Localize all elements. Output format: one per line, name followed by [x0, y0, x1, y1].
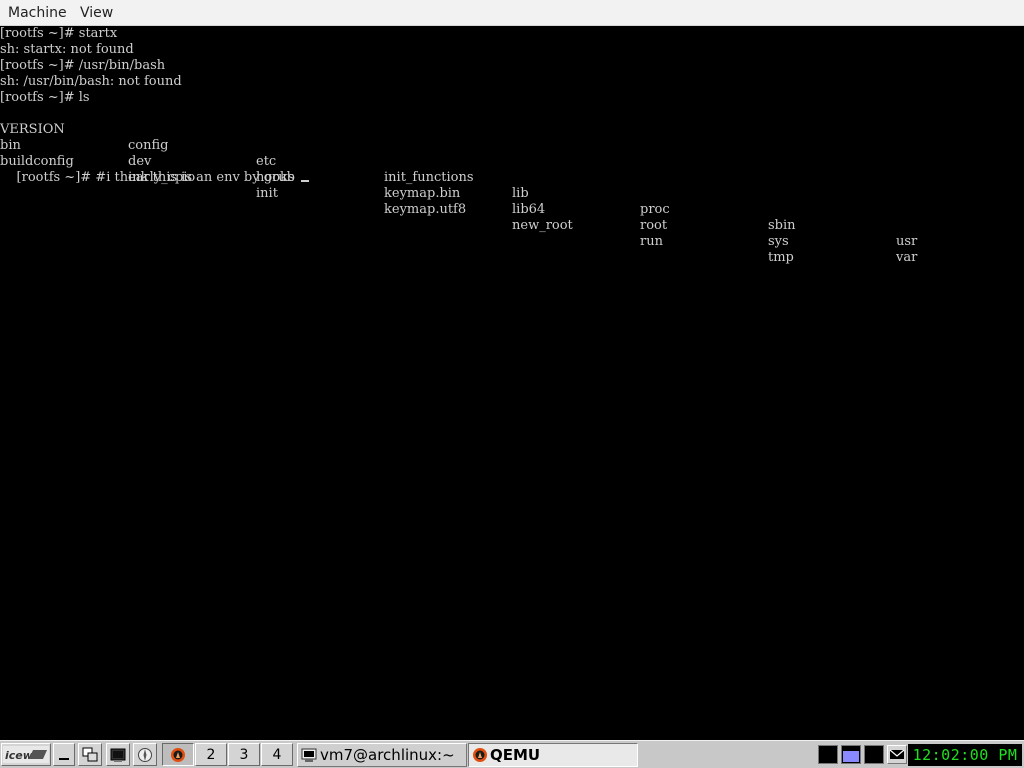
ls-entry: keymap.bin: [384, 186, 461, 201]
ls-entry: run: [640, 234, 663, 249]
terminal-launcher-icon: [110, 748, 126, 762]
task-terminal-label: vm7@archlinux:~: [320, 746, 455, 764]
workspace-3-button[interactable]: 3: [228, 743, 260, 766]
ls-entry: usr: [896, 234, 918, 249]
ls-entry: lib: [512, 186, 529, 201]
workspace-4-button[interactable]: 4: [261, 743, 293, 766]
start-menu-button[interactable]: icewm: [1, 743, 51, 766]
ls-entry: init_functions: [384, 170, 474, 185]
terminal-icon: [301, 748, 317, 762]
globe-icon: [138, 747, 152, 762]
qemu-console[interactable]: [rootfs ~]# startx sh: startx: not found…: [0, 26, 1024, 740]
console-line: sh: startx: not found: [0, 42, 134, 57]
memory-monitor: [864, 745, 884, 764]
icewm-taskbar: icewm 2 3 4 vm7@archlinux:~ QEMU 12:02:0…: [0, 740, 1024, 768]
ls-entry: tmp: [768, 250, 794, 265]
qemu-menubar: Machine View: [0, 0, 1024, 26]
workspace-1-button[interactable]: [162, 743, 194, 766]
window-list-button[interactable]: [78, 743, 102, 766]
ls-entry: proc: [640, 202, 670, 217]
terminal-launcher-button[interactable]: [106, 743, 130, 766]
ls-entry: var: [896, 250, 918, 265]
mail-icon: [889, 749, 905, 759]
ls-entry: sbin: [768, 218, 796, 233]
console-line: sh: /usr/bin/bash: not found: [0, 74, 182, 89]
ls-entry: keymap.utf8: [384, 202, 467, 217]
ls-entry: root: [640, 218, 668, 233]
browser-launcher-button[interactable]: [133, 743, 157, 766]
mail-button[interactable]: [887, 745, 907, 764]
qemu-workspace-icon: [171, 747, 185, 762]
clock[interactable]: 12:02:00 PM: [908, 744, 1022, 766]
task-qemu[interactable]: QEMU: [468, 743, 638, 767]
show-desktop-button[interactable]: [53, 743, 75, 766]
ls-entry: sys: [768, 234, 789, 249]
menu-view[interactable]: View: [80, 5, 113, 21]
ls-entry: init: [256, 186, 278, 201]
workspace-2-button[interactable]: 2: [195, 743, 227, 766]
console-line: [rootfs ~]# /usr/bin/bash: [0, 58, 166, 73]
console-line: [rootfs ~]# ls: [0, 90, 90, 105]
windows-icon: [82, 747, 98, 761]
ls-entry: new_root: [512, 218, 573, 233]
console-prompt-line[interactable]: [rootfs ~]# #i think this is an env by g…: [0, 154, 310, 185]
menu-machine[interactable]: Machine: [8, 5, 67, 21]
qemu-icon: [473, 748, 487, 762]
ls-row: VERSION config etc init_functions lib pr…: [0, 106, 1024, 249]
console-line: [rootfs ~]# startx: [0, 26, 118, 41]
task-qemu-label: QEMU: [490, 746, 541, 764]
ls-row: buildconfig early_cpio init keymap.utf8 …: [0, 138, 1024, 265]
text-cursor: [301, 180, 310, 182]
minimize-all-icon: [59, 757, 69, 760]
console-current-command: [rootfs ~]# #i think this is an env by g…: [16, 170, 300, 185]
ls-row: bin dev hooks keymap.bin lib64 root sys …: [0, 122, 1024, 265]
icewm-logo-icon: icewm: [3, 746, 49, 763]
network-monitor: [841, 745, 861, 764]
cpu-monitor: [818, 745, 838, 764]
task-terminal[interactable]: vm7@archlinux:~: [297, 743, 467, 767]
ls-entry: lib64: [512, 202, 546, 217]
